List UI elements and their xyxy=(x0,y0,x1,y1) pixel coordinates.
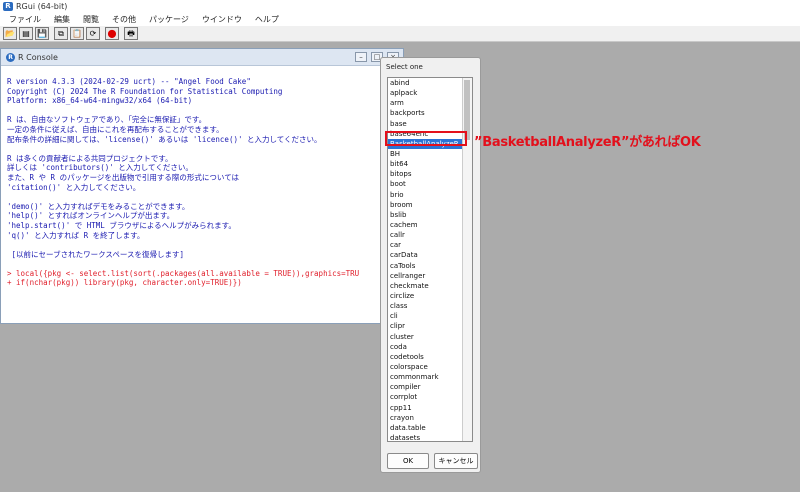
list-item[interactable]: broom xyxy=(388,200,472,210)
r-console-window: R R Console – □ × R version 4.3.3 (2024-… xyxy=(0,48,404,324)
app-title: RGui (64-bit) xyxy=(16,2,68,11)
list-item[interactable]: clipr xyxy=(388,321,472,331)
list-item[interactable]: bitops xyxy=(388,169,472,179)
list-item[interactable]: brio xyxy=(388,190,472,200)
console-line: Copyright (C) 2024 The R Foundation for … xyxy=(7,86,283,96)
annotation-text: ”BasketballAnalyzeR”があればOK xyxy=(474,135,701,150)
list-item[interactable]: cluster xyxy=(388,332,472,342)
console-titlebar: R R Console – □ × xyxy=(1,49,403,66)
list-item[interactable]: checkmate xyxy=(388,281,472,291)
list-item[interactable]: class xyxy=(388,301,472,311)
console-line: 配布条件の詳細に関しては、'license()' あるいは 'licence()… xyxy=(7,134,322,144)
list-item[interactable]: abind xyxy=(388,78,472,88)
console-line: + if(nchar(pkg)) library(pkg, character.… xyxy=(7,278,242,288)
list-item[interactable]: cpp11 xyxy=(388,403,472,413)
open-script-icon[interactable]: 📂 xyxy=(3,27,17,40)
menu-windows[interactable]: ウインドウ xyxy=(202,14,242,25)
ok-button[interactable]: OK xyxy=(387,453,429,469)
console-line: 'demo()' と入力すればデモをみることができます。 xyxy=(7,201,190,211)
menu-misc[interactable]: その他 xyxy=(112,14,136,25)
print-icon[interactable]: 🖶 xyxy=(124,27,138,40)
menu-file[interactable]: ファイル xyxy=(9,14,41,25)
list-item[interactable]: BasketballAnalyzeR xyxy=(388,138,472,149)
list-item[interactable]: arm xyxy=(388,98,472,108)
list-item[interactable]: bit64 xyxy=(388,159,472,169)
r-logo-icon: R xyxy=(6,52,15,62)
list-item[interactable]: cellranger xyxy=(388,271,472,281)
list-item[interactable]: carData xyxy=(388,250,472,260)
list-item[interactable]: corrplot xyxy=(388,392,472,402)
list-item[interactable]: base xyxy=(388,119,472,129)
listbox-scrollbar[interactable] xyxy=(462,78,472,441)
list-item[interactable]: BH xyxy=(388,149,472,159)
list-item[interactable]: aplpack xyxy=(388,88,472,98)
list-item[interactable]: codetools xyxy=(388,352,472,362)
console-title: R Console xyxy=(18,52,58,62)
save-workspace-icon[interactable]: 💾 xyxy=(35,27,49,40)
toolbar: 📂 ▤ 💾 ⧉ 📋 ⟳ ⬤ 🖶 xyxy=(0,26,800,42)
list-item[interactable]: car xyxy=(388,240,472,250)
list-item[interactable]: backports xyxy=(388,108,472,118)
list-item[interactable]: callr xyxy=(388,230,472,240)
load-workspace-icon[interactable]: ▤ xyxy=(19,27,33,40)
dialog-title: Select one xyxy=(386,63,423,71)
package-listbox[interactable]: abind aplpack arm backports base base64enc Bas… xyxy=(387,77,473,442)
console-line: R は多くの貢献者による共同プロジェクトです。 xyxy=(7,153,173,163)
list-item[interactable]: caTools xyxy=(388,261,472,271)
list-item[interactable]: data.table xyxy=(388,423,472,433)
r-logo-icon: R xyxy=(3,2,13,11)
minimize-icon[interactable]: – xyxy=(355,52,367,62)
stop-icon[interactable]: ⬤ xyxy=(105,27,119,40)
console-line: 'help.start()' で HTML ブラウザによるヘルプがみられます。 xyxy=(7,220,236,230)
console-line: 'help()' とすればオンラインヘルプが出ます。 xyxy=(7,211,175,221)
list-item[interactable]: compiler xyxy=(388,382,472,392)
copy-paste-icon[interactable]: ⟳ xyxy=(86,27,100,40)
scrollbar-thumb[interactable] xyxy=(464,80,470,140)
list-item[interactable]: boot xyxy=(388,179,472,189)
list-item[interactable]: base64enc xyxy=(388,129,472,139)
list-item[interactable]: cachem xyxy=(388,220,472,230)
console-line: R は、自由なソフトウェアであり、「完全に無保証」です。 xyxy=(7,115,207,125)
list-item[interactable]: cli xyxy=(388,311,472,321)
console-line: また、R や R のパッケージを出版物で引用する際の形式については xyxy=(7,172,240,182)
menu-bar: ファイル 編集 閲覧 その他 パッケージ ウインドウ ヘルプ xyxy=(0,13,800,26)
list-item[interactable]: bslib xyxy=(388,210,472,220)
app-titlebar: R RGui (64-bit) xyxy=(0,0,800,13)
console-line: 一定の条件に従えば、自由にこれを再配布することができます。 xyxy=(7,124,224,134)
list-item[interactable]: datasets xyxy=(388,433,472,441)
console-line: > local({pkg <- select.list(sort(.packag… xyxy=(7,268,360,278)
console-line: Platform: x86_64-w64-mingw32/x64 (64-bit… xyxy=(7,96,193,106)
console-line: 詳しくは 'contributors()' と入力してください。 xyxy=(7,163,193,173)
console-line: [以前にセーブされたワークスペースを復帰します] xyxy=(7,249,184,259)
menu-packages[interactable]: パッケージ xyxy=(149,14,189,25)
paste-icon[interactable]: 📋 xyxy=(70,27,84,40)
list-item[interactable]: circlize xyxy=(388,291,472,301)
list-item[interactable]: commonmark xyxy=(388,372,472,382)
menu-help[interactable]: ヘルプ xyxy=(255,14,279,25)
list-item[interactable]: colorspace xyxy=(388,362,472,372)
menu-edit[interactable]: 編集 xyxy=(54,14,70,25)
copy-icon[interactable]: ⧉ xyxy=(54,27,68,40)
console-line: 'citation()' と入力してください。 xyxy=(7,182,141,192)
console-output[interactable]: R version 4.3.3 (2024-02-29 ucrt) -- "An… xyxy=(7,77,359,288)
console-line: R version 4.3.3 (2024-02-29 ucrt) -- "An… xyxy=(7,77,251,86)
console-line: 'q()' と入力すれば R を終了します。 xyxy=(7,230,145,240)
cancel-button[interactable]: キャンセル xyxy=(434,453,478,469)
menu-view[interactable]: 閲覧 xyxy=(83,14,99,25)
list-item[interactable]: coda xyxy=(388,342,472,352)
list-item[interactable]: crayon xyxy=(388,413,472,423)
